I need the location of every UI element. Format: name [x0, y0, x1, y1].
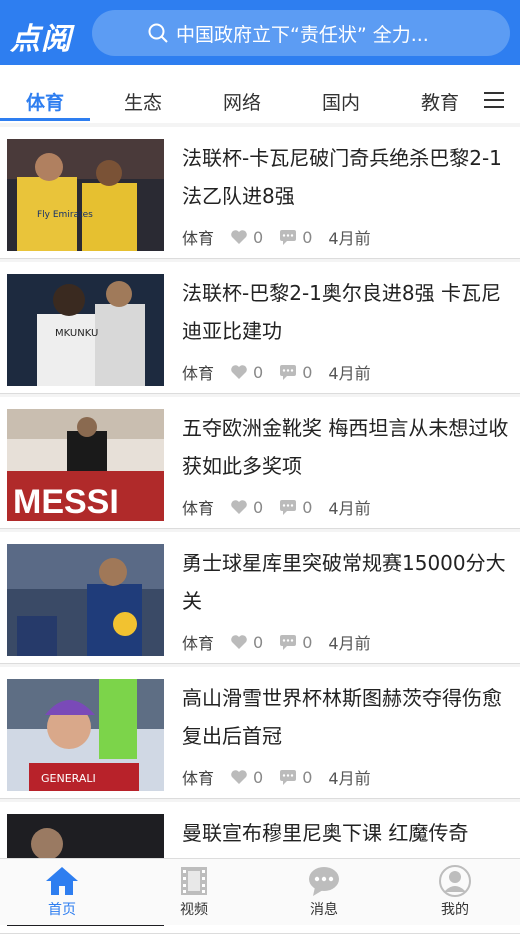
- svg-text:MESSI: MESSI: [13, 483, 119, 521]
- nav-home[interactable]: 首页: [30, 865, 94, 919]
- news-item[interactable]: MKUNKU 法联杯-巴黎2-1奥尔良进8强 卡瓦尼迪亚比建功 体育 0 0 4…: [0, 262, 520, 394]
- menu-icon[interactable]: [484, 92, 504, 108]
- svg-text:GENERALI: GENERALI: [41, 772, 96, 785]
- news-title: 法联杯-卡瓦尼破门奇兵绝杀巴黎2-1法乙队进8强: [182, 146, 502, 208]
- news-title: 五夺欧洲金靴奖 梅西坦言从未想过收获如此多奖项: [182, 416, 509, 478]
- comment-icon[interactable]: [279, 229, 297, 245]
- heart-icon[interactable]: [230, 499, 248, 515]
- like-count: 0: [253, 362, 264, 382]
- tab-sports[interactable]: 体育: [26, 88, 64, 115]
- news-title: 高山滑雪世界杯林斯图赫茨夺得伤愈复出后首冠: [182, 686, 502, 748]
- like-count: 0: [253, 767, 264, 787]
- news-thumbnail: Fly Emirates: [7, 139, 164, 251]
- comment-count: 0: [302, 362, 313, 382]
- comment-icon[interactable]: [279, 769, 297, 785]
- nav-messages[interactable]: 消息: [292, 865, 356, 919]
- news-time: 4月前: [328, 634, 371, 653]
- news-meta: 体育 0 0 4月前: [182, 495, 371, 519]
- nav-profile[interactable]: 我的: [423, 865, 487, 919]
- user-icon: [439, 865, 471, 897]
- message-icon: [309, 867, 339, 896]
- news-meta: 体育 0 0 4月前: [182, 630, 371, 654]
- news-item[interactable]: 勇士球星库里突破常规赛15000分大关 体育 0 0 4月前: [0, 532, 520, 664]
- news-category: 体育: [182, 769, 215, 788]
- svg-text:Fly Emirates: Fly Emirates: [37, 210, 93, 220]
- news-time: 4月前: [328, 769, 371, 788]
- news-category: 体育: [182, 364, 215, 383]
- news-meta: 体育 0 0 4月前: [182, 360, 371, 384]
- search-icon: [148, 23, 168, 43]
- nav-video-label: 视频: [180, 902, 208, 918]
- heart-icon[interactable]: [230, 229, 248, 245]
- news-time: 4月前: [328, 229, 371, 248]
- like-count: 0: [253, 632, 264, 652]
- news-category: 体育: [182, 229, 215, 248]
- news-category: 体育: [182, 499, 215, 518]
- heart-icon[interactable]: [230, 364, 248, 380]
- comment-icon[interactable]: [279, 634, 297, 650]
- tab-ecology[interactable]: 生态: [124, 88, 162, 115]
- search-placeholder: 中国政府立下“责任状” 全力...: [176, 23, 429, 46]
- news-title: 法联杯-巴黎2-1奥尔良进8强 卡瓦尼迪亚比建功: [182, 281, 501, 343]
- comment-count: 0: [302, 767, 313, 787]
- news-time: 4月前: [328, 364, 371, 383]
- nav-profile-label: 我的: [441, 902, 469, 918]
- news-item[interactable]: Fly Emirates 法联杯-卡瓦尼破门奇兵绝杀巴黎2-1法乙队进8强 体育…: [0, 127, 520, 259]
- tab-domestic[interactable]: 国内: [322, 88, 360, 115]
- bottom-nav: 首页 视频 消息 我的: [0, 858, 520, 925]
- active-tab-indicator: [0, 118, 90, 121]
- app-header: 点阅 中国政府立下“责任状” 全力...: [0, 0, 520, 65]
- like-count: 0: [253, 227, 264, 247]
- news-time: 4月前: [328, 499, 371, 518]
- film-icon: [181, 867, 207, 895]
- news-title: 曼联宣布穆里尼奥下课 红魔传奇: [182, 821, 469, 845]
- news-thumbnail: GENERALI: [7, 679, 164, 791]
- svg-text:MKUNKU: MKUNKU: [55, 328, 98, 339]
- like-count: 0: [253, 497, 264, 517]
- search-bar[interactable]: 中国政府立下“责任状” 全力...: [92, 10, 510, 56]
- comment-count: 0: [302, 227, 313, 247]
- nav-messages-label: 消息: [310, 902, 338, 918]
- news-meta: 体育 0 0 4月前: [182, 225, 371, 249]
- comment-icon[interactable]: [279, 499, 297, 515]
- news-item[interactable]: GENERALI 高山滑雪世界杯林斯图赫茨夺得伤愈复出后首冠 体育 0 0 4月…: [0, 667, 520, 799]
- news-thumbnail: MESSI: [7, 409, 164, 521]
- nav-home-label: 首页: [48, 902, 76, 918]
- news-meta: 体育 0 0 4月前: [182, 765, 371, 789]
- app-logo: 点阅: [10, 22, 72, 57]
- comment-count: 0: [302, 497, 313, 517]
- tab-education[interactable]: 教育: [421, 88, 459, 115]
- news-title: 勇士球星库里突破常规赛15000分大关: [182, 551, 506, 613]
- heart-icon[interactable]: [230, 769, 248, 785]
- news-thumbnail: MKUNKU: [7, 274, 164, 386]
- news-thumbnail: [7, 544, 164, 656]
- home-icon: [46, 867, 78, 895]
- news-category: 体育: [182, 634, 215, 653]
- news-item[interactable]: MESSI 五夺欧洲金靴奖 梅西坦言从未想过收获如此多奖项 体育 0 0 4月前: [0, 397, 520, 529]
- heart-icon[interactable]: [230, 634, 248, 650]
- tab-internet[interactable]: 网络: [223, 88, 261, 115]
- nav-video[interactable]: 视频: [162, 865, 226, 919]
- comment-icon[interactable]: [279, 364, 297, 380]
- comment-count: 0: [302, 632, 313, 652]
